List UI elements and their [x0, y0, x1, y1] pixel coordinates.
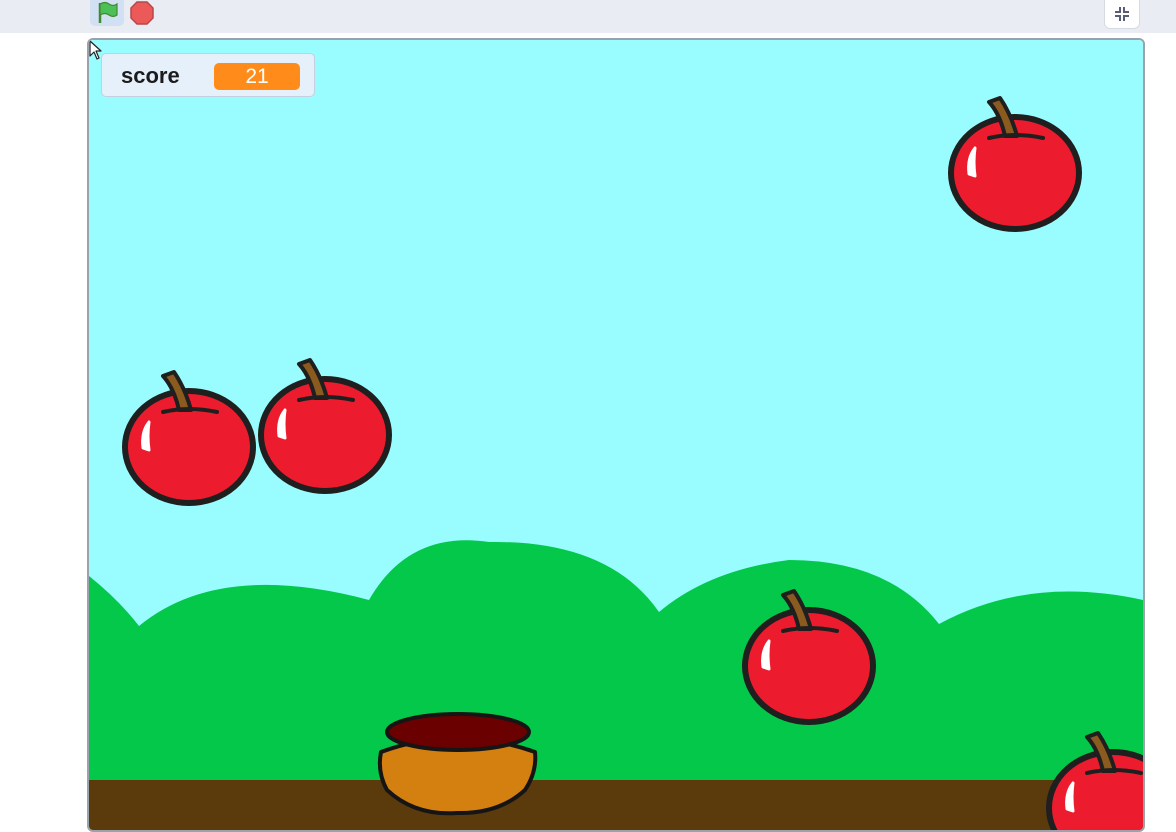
apple-sprite[interactable]	[739, 585, 879, 725]
apple-sprite[interactable]	[255, 354, 395, 494]
stop-button[interactable]	[128, 0, 156, 26]
exit-fullscreen-icon	[1115, 7, 1129, 21]
stage-toolbar	[0, 0, 1176, 33]
apple-sprite[interactable]	[1043, 727, 1145, 832]
ground	[89, 780, 1143, 830]
bowl-sprite[interactable]	[375, 710, 541, 818]
green-flag-icon	[98, 1, 118, 23]
score-monitor: score 21	[101, 53, 315, 97]
mouse-pointer-icon	[89, 40, 102, 60]
apple-sprite[interactable]	[945, 92, 1085, 232]
apple-sprite[interactable]	[119, 366, 259, 506]
score-label: score	[121, 63, 180, 88]
stop-icon	[130, 1, 154, 25]
game-stage[interactable]: score 21	[87, 38, 1145, 832]
exit-fullscreen-button[interactable]	[1105, 0, 1139, 28]
green-flag-button[interactable]	[90, 0, 124, 26]
score-value: 21	[214, 63, 300, 90]
